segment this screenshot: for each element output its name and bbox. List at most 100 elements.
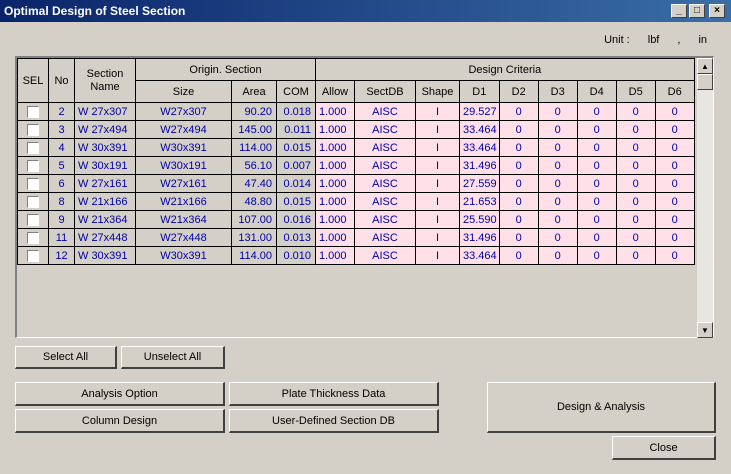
select-checkbox[interactable] xyxy=(27,195,39,208)
cell-d2[interactable]: 0 xyxy=(498,192,539,211)
cell-d5[interactable]: 0 xyxy=(615,210,656,229)
cell-d2[interactable]: 0 xyxy=(498,156,539,175)
select-checkbox[interactable] xyxy=(27,159,39,172)
scroll-thumb[interactable] xyxy=(697,74,713,90)
user-defined-section-db-button[interactable]: User-Defined Section DB xyxy=(229,409,439,433)
select-checkbox[interactable] xyxy=(27,249,39,262)
cell-d3[interactable]: 0 xyxy=(537,156,578,175)
cell-d3[interactable]: 0 xyxy=(537,228,578,247)
scroll-up-icon[interactable]: ▲ xyxy=(697,58,713,74)
close-button[interactable]: Close xyxy=(612,436,716,460)
vertical-scrollbar[interactable]: ▲ ▼ xyxy=(697,58,713,338)
scroll-down-icon[interactable]: ▼ xyxy=(697,322,713,338)
cell-d2[interactable]: 0 xyxy=(498,210,539,229)
cell-allow[interactable]: 1.000 xyxy=(315,120,355,139)
cell-d3[interactable]: 0 xyxy=(537,174,578,193)
table-row[interactable]: 9W 21x364 W21x364 107.00 0.016 1.000 AISC I 25.… xyxy=(17,210,695,229)
cell-shape[interactable]: I xyxy=(415,246,460,265)
cell-d4[interactable]: 0 xyxy=(576,138,617,157)
cell-d6[interactable]: 0 xyxy=(654,120,695,139)
select-checkbox[interactable] xyxy=(27,123,39,136)
table-row[interactable]: 12 W 30x391 W30x391 114.00 0.010 1.000 AISC I 33… xyxy=(17,246,695,265)
unselect-all-button[interactable]: Unselect All xyxy=(121,346,225,369)
cell-d2[interactable]: 0 xyxy=(498,138,539,157)
cell-allow[interactable]: 1.000 xyxy=(315,156,355,175)
cell-d5[interactable]: 0 xyxy=(615,156,656,175)
cell-d6[interactable]: 0 xyxy=(654,174,695,193)
cell-allow[interactable]: 1.000 xyxy=(315,192,355,211)
cell-d4[interactable]: 0 xyxy=(576,120,617,139)
cell-allow[interactable]: 1.000 xyxy=(315,210,355,229)
cell-d2[interactable]: 0 xyxy=(498,120,539,139)
select-checkbox[interactable] xyxy=(27,213,39,226)
cell-d4[interactable]: 0 xyxy=(576,210,617,229)
cell-d1[interactable]: 27.559 xyxy=(459,174,500,193)
cell-shape[interactable]: I xyxy=(415,102,460,121)
table-row[interactable]: 5W 30x191 W30x191 56.10 0.007 1.000 AISC I 31.4… xyxy=(17,156,695,175)
cell-d1[interactable]: 33.464 xyxy=(459,120,500,139)
select-checkbox[interactable] xyxy=(27,141,39,154)
cell-shape[interactable]: I xyxy=(415,228,460,247)
cell-shape[interactable]: I xyxy=(415,192,460,211)
cell-d3[interactable]: 0 xyxy=(537,138,578,157)
cell-d4[interactable]: 0 xyxy=(576,174,617,193)
cell-allow[interactable]: 1.000 xyxy=(315,228,355,247)
cell-shape[interactable]: I xyxy=(415,138,460,157)
cell-d4[interactable]: 0 xyxy=(576,228,617,247)
cell-d2[interactable]: 0 xyxy=(498,246,539,265)
cell-sectdb[interactable]: AISC xyxy=(354,120,416,139)
cell-d2[interactable]: 0 xyxy=(498,228,539,247)
table-row[interactable]: 6W 27x161 W27x161 47.40 0.014 1.000 AISC I 27.5… xyxy=(17,174,695,193)
cell-d2[interactable]: 0 xyxy=(498,174,539,193)
cell-allow[interactable]: 1.000 xyxy=(315,174,355,193)
cell-d5[interactable]: 0 xyxy=(615,192,656,211)
cell-allow[interactable]: 1.000 xyxy=(315,246,355,265)
cell-d3[interactable]: 0 xyxy=(537,102,578,121)
design-analysis-button[interactable]: Design & Analysis xyxy=(487,382,716,433)
cell-d1[interactable]: 21.653 xyxy=(459,192,500,211)
cell-d4[interactable]: 0 xyxy=(576,156,617,175)
cell-allow[interactable]: 1.000 xyxy=(315,102,355,121)
cell-d6[interactable]: 0 xyxy=(654,228,695,247)
cell-d1[interactable]: 33.464 xyxy=(459,138,500,157)
cell-d1[interactable]: 31.496 xyxy=(459,228,500,247)
cell-d3[interactable]: 0 xyxy=(537,120,578,139)
cell-d6[interactable]: 0 xyxy=(654,102,695,121)
cell-sectdb[interactable]: AISC xyxy=(354,138,416,157)
table-row[interactable]: 4W 30x391 W30x391 114.00 0.015 1.000 AISC I 33.… xyxy=(17,138,695,157)
cell-d5[interactable]: 0 xyxy=(615,246,656,265)
cell-allow[interactable]: 1.000 xyxy=(315,138,355,157)
plate-thickness-data-button[interactable]: Plate Thickness Data xyxy=(229,382,439,406)
cell-d2[interactable]: 0 xyxy=(498,102,539,121)
column-design-button[interactable]: Column Design xyxy=(15,409,225,433)
table-row[interactable]: 2W 27x307 W27x307 90.20 0.018 1.000 AISC I 29.5… xyxy=(17,102,695,121)
cell-d1[interactable]: 31.496 xyxy=(459,156,500,175)
cell-sectdb[interactable]: AISC xyxy=(354,192,416,211)
cell-d5[interactable]: 0 xyxy=(615,228,656,247)
cell-sectdb[interactable]: AISC xyxy=(354,102,416,121)
cell-d4[interactable]: 0 xyxy=(576,246,617,265)
cell-d5[interactable]: 0 xyxy=(615,174,656,193)
cell-d6[interactable]: 0 xyxy=(654,138,695,157)
cell-d4[interactable]: 0 xyxy=(576,102,617,121)
cell-d4[interactable]: 0 xyxy=(576,192,617,211)
cell-d1[interactable]: 29.527 xyxy=(459,102,500,121)
cell-d5[interactable]: 0 xyxy=(615,138,656,157)
table-row[interactable]: 8W 21x166 W21x166 48.80 0.015 1.000 AISC I 21.6… xyxy=(17,192,695,211)
cell-sectdb[interactable]: AISC xyxy=(354,174,416,193)
table-row[interactable]: 11 W 27x448 W27x448 131.00 0.013 1.000 AISC I 31… xyxy=(17,228,695,247)
cell-d3[interactable]: 0 xyxy=(537,192,578,211)
cell-shape[interactable]: I xyxy=(415,174,460,193)
analysis-option-button[interactable]: Analysis Option xyxy=(15,382,225,406)
cell-d6[interactable]: 0 xyxy=(654,246,695,265)
cell-sectdb[interactable]: AISC xyxy=(354,210,416,229)
cell-d5[interactable]: 0 xyxy=(615,102,656,121)
cell-d1[interactable]: 25.590 xyxy=(459,210,500,229)
table-row[interactable]: 3W 27x494 W27x494 145.00 0.011 1.000 AISC I 33.… xyxy=(17,120,695,139)
cell-shape[interactable]: I xyxy=(415,210,460,229)
cell-sectdb[interactable]: AISC xyxy=(354,156,416,175)
minimize-button[interactable]: _ xyxy=(671,4,687,18)
cell-d3[interactable]: 0 xyxy=(537,210,578,229)
cell-d6[interactable]: 0 xyxy=(654,210,695,229)
select-checkbox[interactable] xyxy=(27,231,39,244)
